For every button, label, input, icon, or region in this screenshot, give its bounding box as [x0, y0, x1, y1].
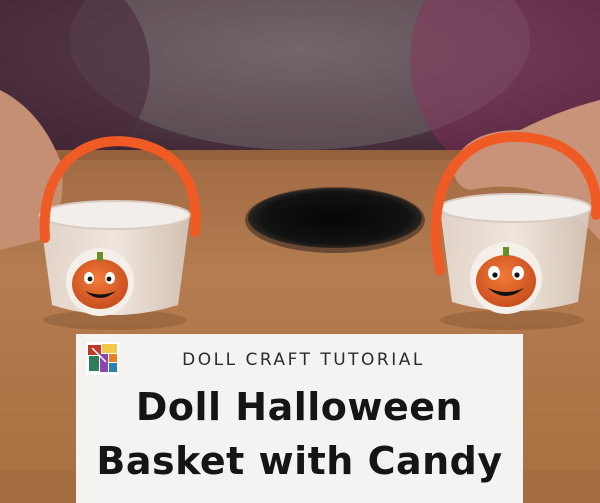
caption-title: Doll Halloween Basket with Candy — [76, 380, 523, 488]
caption-card: DOLL CRAFT TUTORIAL Doll Halloween Baske… — [76, 334, 523, 503]
pumpkin-face-icon — [66, 248, 134, 316]
caption-subtitle: DOLL CRAFT TUTORIAL — [182, 350, 425, 370]
black-hole — [248, 188, 422, 248]
caption-title-line-1: Doll Halloween — [135, 385, 464, 429]
pumpkin-face-icon — [470, 242, 542, 314]
caption-title-line-2: Basket with Candy — [96, 439, 503, 483]
